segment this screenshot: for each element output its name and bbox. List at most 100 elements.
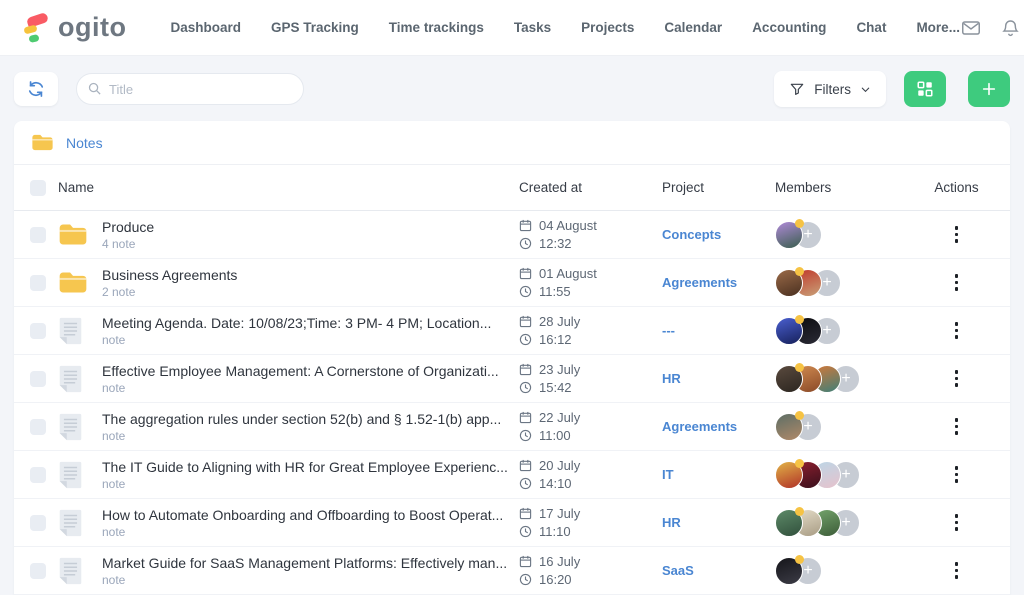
created-date: 16 July (539, 554, 580, 569)
created-time: 11:10 (539, 524, 571, 539)
project-link[interactable]: HR (662, 371, 681, 386)
note-icon (58, 364, 83, 394)
table-row: Effective Employee Management: A Corners… (14, 355, 1010, 403)
nav-item-chat[interactable]: Chat (856, 20, 886, 35)
note-icon (58, 508, 83, 538)
note-icon (58, 460, 83, 490)
member-avatar[interactable] (775, 413, 803, 441)
nav-item-accounting[interactable]: Accounting (752, 20, 826, 35)
filters-label: Filters (814, 82, 851, 97)
row-checkbox[interactable] (30, 323, 46, 339)
row-actions-menu[interactable] (949, 558, 965, 583)
plus-icon (981, 81, 997, 97)
breadcrumb-notes-link[interactable]: Notes (66, 135, 103, 151)
member-avatar[interactable] (775, 509, 803, 537)
nav-item-tasks[interactable]: Tasks (514, 20, 551, 35)
note-icon (58, 316, 83, 346)
col-header-actions: Actions (934, 180, 978, 195)
row-actions-menu[interactable] (949, 366, 965, 391)
project-link[interactable]: Agreements (662, 275, 737, 290)
nav-item-dashboard[interactable]: Dashboard (170, 20, 241, 35)
bell-icon[interactable] (1000, 17, 1021, 39)
table-row: The aggregation rules under section 52(b… (14, 403, 1010, 451)
row-title[interactable]: The aggregation rules under section 52(b… (102, 411, 519, 427)
mail-icon[interactable] (960, 17, 982, 39)
row-checkbox[interactable] (30, 563, 46, 579)
row-checkbox[interactable] (30, 515, 46, 531)
notes-card: Notes Name Created at Project Members Ac… (14, 121, 1010, 595)
refresh-button[interactable] (14, 72, 58, 106)
row-checkbox[interactable] (30, 467, 46, 483)
table-header: Name Created at Project Members Actions (14, 165, 1010, 211)
clock-icon (519, 237, 532, 250)
row-actions-menu[interactable] (949, 462, 965, 487)
row-actions-menu[interactable] (949, 318, 965, 343)
created-time: 16:20 (539, 572, 572, 587)
owner-badge-icon (795, 411, 804, 420)
created-time: 12:32 (539, 236, 572, 251)
select-all-checkbox[interactable] (30, 180, 46, 196)
row-title[interactable]: The IT Guide to Aligning with HR for Gre… (102, 459, 519, 475)
nav-item-more[interactable]: More... (916, 20, 960, 35)
member-avatar[interactable] (775, 317, 803, 345)
created-date: 22 July (539, 410, 580, 425)
created-date: 17 July (539, 506, 580, 521)
row-actions-menu[interactable] (949, 222, 965, 247)
folder-icon (58, 270, 88, 295)
row-checkbox[interactable] (30, 275, 46, 291)
table-row: The IT Guide to Aligning with HR for Gre… (14, 451, 1010, 499)
project-link[interactable]: SaaS (662, 563, 694, 578)
created-time: 16:12 (539, 332, 572, 347)
grid-view-button[interactable] (904, 71, 946, 107)
project-link[interactable]: HR (662, 515, 681, 530)
member-avatar[interactable] (775, 221, 803, 249)
row-title[interactable]: Market Guide for SaaS Management Platfor… (102, 555, 519, 571)
row-title[interactable]: Meeting Agenda. Date: 10/08/23;Time: 3 P… (102, 315, 519, 331)
members-cell: + (764, 557, 919, 585)
member-avatar[interactable] (775, 461, 803, 489)
col-header-name: Name (58, 180, 94, 195)
created-date: 20 July (539, 458, 580, 473)
add-button[interactable] (968, 71, 1010, 107)
created-date: 01 August (539, 266, 597, 281)
row-subtitle: note (102, 573, 519, 587)
row-title[interactable]: How to Automate Onboarding and Offboardi… (102, 507, 519, 523)
project-link[interactable]: Concepts (662, 227, 721, 242)
row-checkbox[interactable] (30, 419, 46, 435)
members-cell: + (764, 365, 919, 393)
calendar-icon (519, 315, 532, 328)
row-title[interactable]: Business Agreements (102, 267, 519, 283)
member-avatar[interactable] (775, 557, 803, 585)
clock-icon (519, 333, 532, 346)
toolbar: Filters (0, 56, 1024, 121)
row-actions-menu[interactable] (949, 414, 965, 439)
filters-button[interactable]: Filters (774, 71, 886, 107)
member-avatar[interactable] (775, 365, 803, 393)
breadcrumb: Notes (14, 121, 1010, 165)
members-cell: + (764, 509, 919, 537)
folder-icon (58, 222, 88, 247)
row-actions-menu[interactable] (949, 270, 965, 295)
app-header: ogito Dashboard GPS Tracking Time tracking… (0, 0, 1024, 56)
member-avatar[interactable] (775, 269, 803, 297)
row-checkbox[interactable] (30, 227, 46, 243)
calendar-icon (519, 411, 532, 424)
clock-icon (519, 525, 532, 538)
nav-item-calendar[interactable]: Calendar (664, 20, 722, 35)
project-link[interactable]: --- (662, 323, 675, 338)
nav-item-gps-tracking[interactable]: GPS Tracking (271, 20, 359, 35)
row-title[interactable]: Produce (102, 219, 519, 235)
owner-badge-icon (795, 555, 804, 564)
search-box (76, 73, 304, 105)
search-input[interactable] (76, 73, 304, 105)
project-link[interactable]: Agreements (662, 419, 737, 434)
nav-item-time-trackings[interactable]: Time trackings (389, 20, 484, 35)
nav-item-projects[interactable]: Projects (581, 20, 634, 35)
created-date: 04 August (539, 218, 597, 233)
row-title[interactable]: Effective Employee Management: A Corners… (102, 363, 519, 379)
project-link[interactable]: IT (662, 467, 674, 482)
brand-logo[interactable]: ogito (22, 11, 126, 45)
members-cell: + (764, 221, 919, 249)
row-actions-menu[interactable] (949, 510, 965, 535)
row-checkbox[interactable] (30, 371, 46, 387)
